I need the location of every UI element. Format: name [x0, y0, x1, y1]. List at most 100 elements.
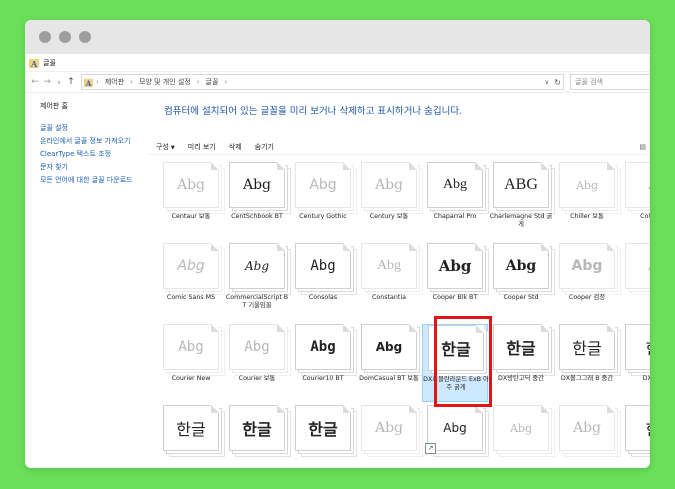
font-tile[interactable]: 한 — [620, 405, 650, 468]
title-bar: A 글꼴 — [25, 54, 650, 72]
font-tile[interactable]: 한글 — [290, 405, 356, 468]
font-name-label: DX르블란라운드 ExB 아주 굵게 — [423, 376, 489, 391]
font-document-icon: A — [625, 243, 650, 289]
font-tile[interactable]: Abg ↗ — [422, 405, 488, 468]
font-tile[interactable]: 한글 DX방탄고딕 중간 — [488, 324, 554, 402]
font-tile[interactable]: Abg Chaparral Pro — [422, 162, 488, 240]
sidebar-link-online-font-info[interactable]: 온라인에서 글꼴 정보 가져오기 — [40, 137, 142, 146]
font-tile[interactable]: 한 DX시인 — [620, 324, 650, 402]
font-tile[interactable]: Abg Courier 보통 — [224, 324, 290, 402]
organize-button[interactable]: 구성 ▼ — [156, 142, 175, 152]
font-document-icon: Abg — [229, 243, 285, 289]
chevron-right-icon: › — [196, 78, 200, 86]
font-tile[interactable]: 한글 — [158, 405, 224, 468]
font-name-label: DomCasual BT 보통 — [359, 375, 419, 382]
sidebar-link-cleartype[interactable]: ClearType 텍스트 조정 — [40, 150, 142, 159]
font-document-icon: Abg — [163, 243, 219, 289]
font-tile[interactable]: 한글 DX르블란라운드 ExB 아주 굵게 — [422, 324, 489, 402]
font-tile[interactable]: ABG Charlemagne Std 굵게 — [488, 162, 554, 240]
font-tile[interactable]: Abg CommercialScript BT 기울임꼴 — [224, 243, 290, 321]
sidebar-link-find-character[interactable]: 문자 찾기 — [40, 163, 142, 172]
hide-button[interactable]: 숨기기 — [255, 142, 274, 152]
font-tile[interactable]: Abg Cooper Std — [488, 243, 554, 321]
minimize-dot[interactable] — [59, 31, 71, 43]
font-sample: Abg — [178, 339, 204, 355]
font-sample: Abg — [509, 421, 533, 435]
address-field[interactable]: A › 제어판 › 모양 및 개인 설정 › 글꼴 › ∨ ↻ — [81, 74, 564, 90]
font-sample: Abg — [176, 177, 206, 193]
page-headline: 컴퓨터에 설치되어 있는 글꼴을 미리 보거나 삭제하고 표시하거나 숨깁니다. — [164, 106, 463, 117]
font-sample: Abg — [375, 340, 403, 354]
window-title: 글꼴 — [43, 58, 56, 67]
font-sample: Abg — [572, 420, 602, 436]
recent-dropdown-icon[interactable]: ∨ — [53, 79, 65, 86]
font-name-label: Century Gothic — [299, 213, 347, 220]
font-document-icon: Abg — [295, 324, 351, 370]
svg-text:A: A — [30, 59, 38, 68]
font-tile[interactable]: Abg Comic Sans MS — [158, 243, 224, 321]
font-tile[interactable]: Abg DomCasual BT 보통 — [356, 324, 422, 402]
back-arrow-icon[interactable]: ← — [29, 77, 41, 87]
font-tile[interactable]: Abg CentSchbook BT — [224, 162, 290, 240]
font-sample: Abg — [442, 177, 468, 192]
breadcrumb-control-panel[interactable]: 제어판 — [105, 77, 124, 87]
font-tile[interactable]: 한글 — [224, 405, 290, 468]
font-sample: Abg — [575, 178, 599, 192]
font-name-label: Constantia — [372, 294, 406, 301]
chevron-right-icon: › — [96, 78, 99, 86]
font-document-icon: 한 — [625, 324, 650, 370]
font-document-icon: Abg — [295, 162, 351, 208]
shortcut-arrow-icon: ↗ — [425, 443, 436, 454]
font-tile[interactable]: A Colon 통 — [620, 162, 650, 240]
font-name-label: CommercialScript BT 기울임꼴 — [225, 294, 289, 309]
font-document-icon: Abg — [361, 243, 417, 289]
font-sample: 한글 — [176, 420, 206, 439]
delete-button[interactable]: 삭제 — [229, 142, 242, 152]
up-arrow-icon[interactable]: ↑ — [65, 77, 77, 87]
font-document-icon: ABG — [493, 162, 549, 208]
font-document-icon: Abg — [361, 405, 417, 451]
sidebar-link-font-settings[interactable]: 글꼴 설정 — [40, 124, 142, 133]
font-name-label: Cooper 검정 — [568, 294, 606, 301]
font-tile[interactable]: A — [620, 243, 650, 321]
font-tile[interactable]: Abg — [554, 405, 620, 468]
font-sample: 한글 — [308, 420, 338, 439]
font-name-label: Consolas — [308, 294, 338, 301]
chevron-right-icon: › — [130, 78, 133, 86]
view-options-icon[interactable]: ▤ — [639, 143, 646, 151]
breadcrumb-fonts[interactable]: 글꼴 — [206, 77, 219, 87]
font-tile[interactable]: Abg Cooper 검정 — [554, 243, 620, 321]
sidebar-home-link[interactable]: 제어판 홈 — [40, 101, 160, 111]
font-tile[interactable]: Abg Courier New — [158, 324, 224, 402]
font-document-icon: Abg — [361, 324, 417, 370]
font-tile[interactable]: Abg Cooper Blk BT — [422, 243, 488, 321]
search-placeholder: 글꼴 검색 — [575, 78, 603, 86]
preview-button[interactable]: 미리 보기 — [188, 142, 216, 152]
font-tile[interactable]: 한글 DX볼그그래 B 중간 — [554, 324, 620, 402]
close-dot[interactable] — [39, 31, 51, 43]
refresh-icon[interactable]: ↻ — [554, 78, 561, 87]
font-document-icon: 한글 — [428, 325, 484, 371]
font-tile[interactable]: Abg Constantia — [356, 243, 422, 321]
font-tile[interactable]: Abg — [488, 405, 554, 468]
zoom-dot[interactable] — [79, 31, 91, 43]
address-dropdown-icon[interactable]: ∨ — [545, 79, 549, 86]
forward-arrow-icon[interactable]: → — [41, 77, 53, 87]
font-tile[interactable]: Abg Consolas — [290, 243, 356, 321]
font-tile[interactable]: Abg Chiller 보통 — [554, 162, 620, 240]
font-document-icon: Abg — [493, 405, 549, 451]
font-tile[interactable]: Abg Centaur 보통 — [158, 162, 224, 240]
font-tile[interactable]: Abg Century Gothic — [290, 162, 356, 240]
font-sample: A — [648, 258, 650, 274]
sidebar-link-download-fonts[interactable]: 모든 언어에 대한 글꼴 다운로드 — [40, 176, 142, 185]
font-tile[interactable]: Abg Courier10 BT — [290, 324, 356, 402]
font-tile[interactable]: Abg — [356, 405, 422, 468]
font-sample: 한글 — [242, 420, 272, 439]
font-sample: Abg — [177, 258, 205, 274]
font-sample: Abg — [443, 421, 467, 435]
font-document-icon: Abg — [493, 243, 549, 289]
font-sample: Abg — [571, 258, 603, 274]
breadcrumb-appearance[interactable]: 모양 및 개인 설정 — [139, 77, 191, 87]
font-tile[interactable]: Abg Century 보통 — [356, 162, 422, 240]
search-input[interactable]: 글꼴 검색 — [570, 74, 650, 90]
